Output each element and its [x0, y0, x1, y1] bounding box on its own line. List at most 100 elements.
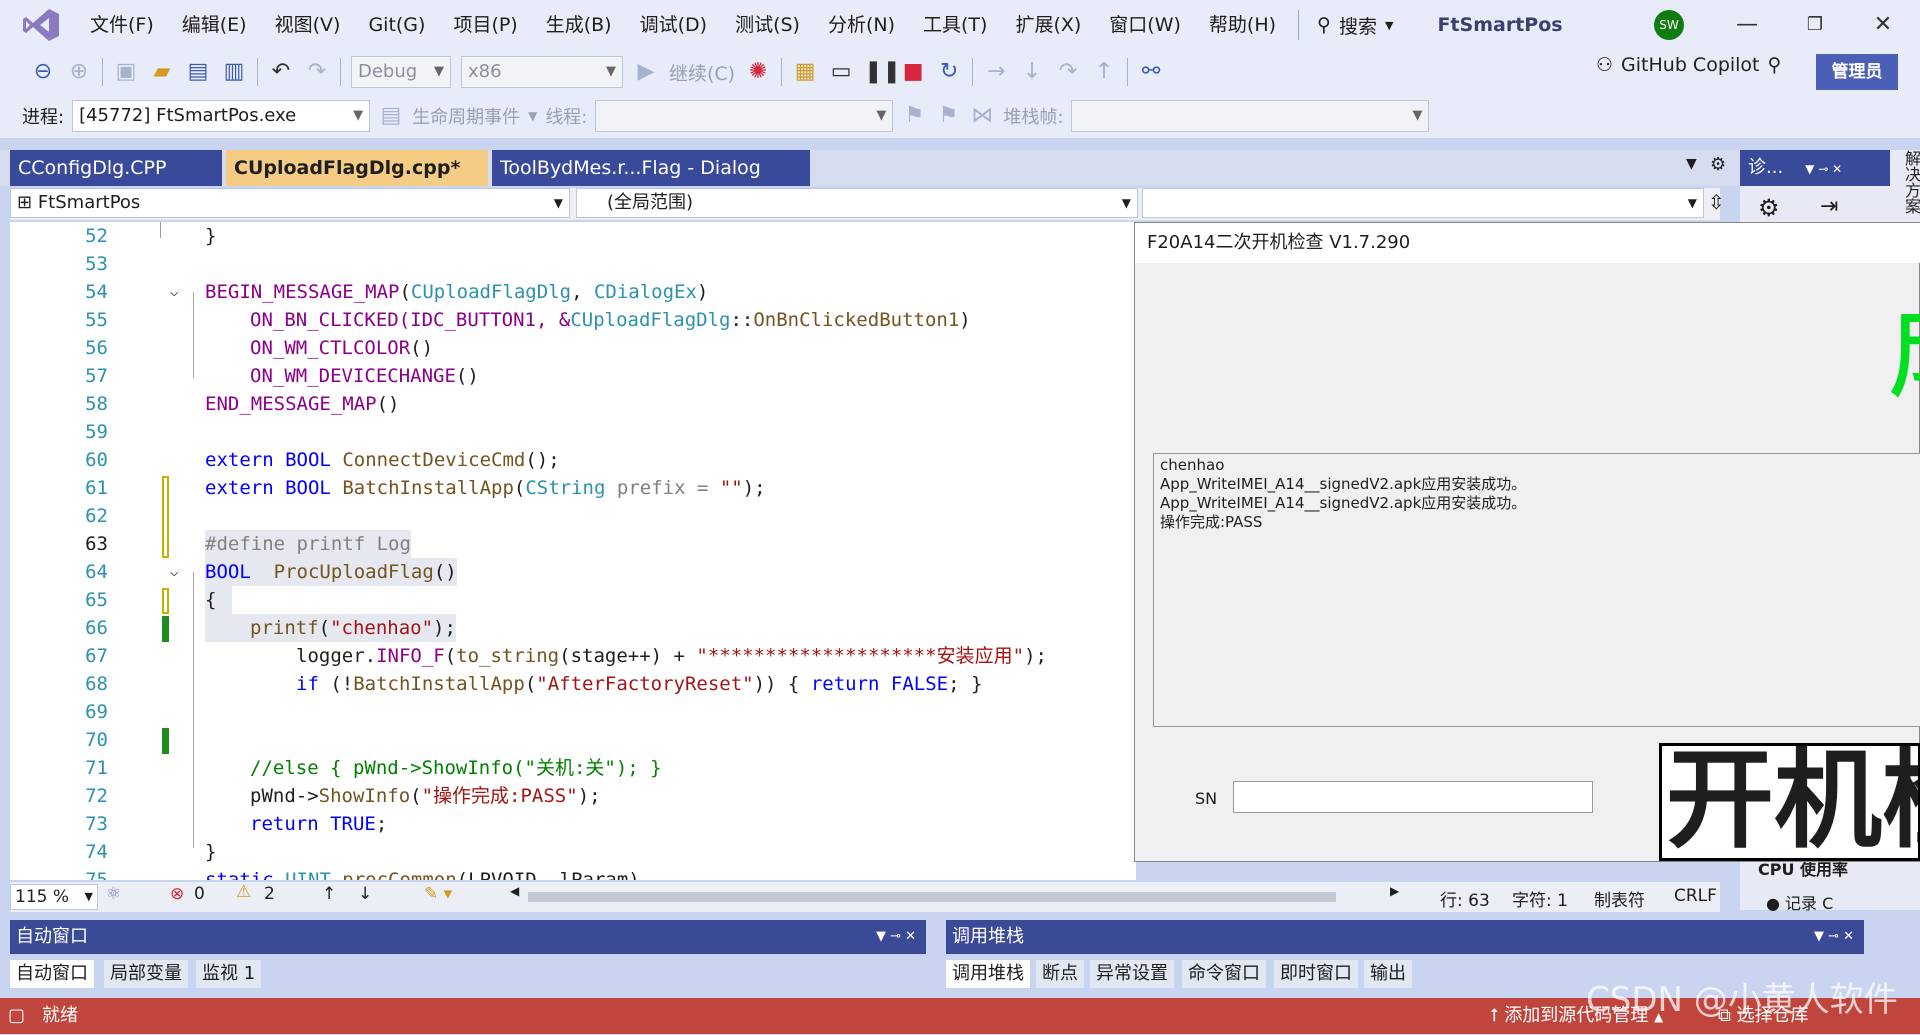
browser-icon[interactable]: ▦: [792, 59, 818, 85]
play-icon[interactable]: ▶: [633, 59, 659, 85]
menu-extensions[interactable]: 扩展(X): [1001, 0, 1095, 50]
admin-badge[interactable]: 管理员: [1816, 54, 1898, 90]
error-icon[interactable]: ⊗: [170, 884, 184, 904]
boot-check-button[interactable]: 开机检: [1659, 743, 1920, 861]
tab-locals[interactable]: 局部变量: [104, 960, 188, 988]
autos-panel-title: 自动窗口 ▼ ⊸ ✕: [10, 920, 926, 954]
autos-title-text: 自动窗口: [16, 926, 88, 947]
close-icon[interactable]: ✕: [1866, 8, 1900, 42]
step-out-icon[interactable]: ↑: [1091, 59, 1117, 85]
line-ending[interactable]: CRLF: [1674, 886, 1717, 906]
stop-icon[interactable]: ■: [900, 59, 926, 85]
horizontal-scrollbar[interactable]: [528, 892, 1336, 902]
tab-cuploadflagdlg[interactable]: CUploadFlagDlg.cpp* ⊸ ✕: [226, 150, 488, 215]
continue-button[interactable]: 继续(C): [669, 59, 735, 86]
menu-git[interactable]: Git(G): [354, 0, 439, 50]
tab-cconfigdlg[interactable]: CConfigDlg.CPP: [10, 150, 222, 186]
diagnostic-tab[interactable]: 诊... ▼ ⊸ ✕: [1740, 150, 1890, 186]
menu-build[interactable]: 生成(B): [532, 0, 626, 50]
menu-view[interactable]: 视图(V): [261, 0, 355, 50]
menu-test[interactable]: 测试(S): [721, 0, 814, 50]
forward-icon[interactable]: ⊕: [66, 59, 92, 85]
save-all-icon[interactable]: ▥: [221, 59, 247, 85]
member-dropdown[interactable]: ▼: [1142, 188, 1704, 218]
avatar[interactable]: SW: [1654, 10, 1684, 40]
stackframe-dropdown[interactable]: ▼: [1071, 100, 1430, 132]
github-copilot-button[interactable]: ⚇ GitHub Copilot ⚲: [1596, 54, 1781, 76]
tab-immediate-window[interactable]: 即时窗口: [1274, 960, 1358, 988]
menu-edit[interactable]: 编辑(E): [168, 0, 261, 50]
chevron-down-icon[interactable]: ▼: [1686, 156, 1697, 172]
export-icon[interactable]: ⇥: [1820, 194, 1838, 219]
configuration-dropdown[interactable]: Debug ▼: [351, 56, 451, 88]
step-into-icon[interactable]: ↓: [1019, 59, 1045, 85]
search-button[interactable]: ⚲ 搜索 ▼: [1307, 12, 1403, 39]
code-line: 70: [10, 726, 1136, 754]
tab-command-window[interactable]: 命令窗口: [1182, 960, 1266, 988]
menu-window[interactable]: 窗口(W): [1095, 0, 1195, 50]
tab-call-stack[interactable]: 调用堆栈: [946, 960, 1030, 988]
process-dropdown[interactable]: [45772] FtSmartPos.exe ▼: [72, 100, 371, 132]
restart-icon[interactable]: ↻: [936, 59, 962, 85]
code-line: 56 ON_WM_CTLCOLOR(): [10, 334, 1136, 362]
sn-input[interactable]: [1233, 781, 1593, 813]
feedback-icon[interactable]: ⚲: [1768, 54, 1782, 76]
code-editor[interactable]: 52} 53 54 ⌵ BEGIN_MESSAGE_MAP(CUploadFlagD…: [10, 222, 1136, 880]
menu-debug[interactable]: 调试(D): [626, 0, 721, 50]
scope-dropdown[interactable]: (全局范围) ▼: [576, 188, 1138, 218]
project-dropdown[interactable]: ⊞ FtSmartPos ▼: [10, 188, 570, 218]
app-dialog-window[interactable]: F20A14二次开机检查 V1.7.290 成 chenhao App_Writ…: [1134, 222, 1920, 862]
thread-dropdown[interactable]: ▼: [595, 100, 894, 132]
gear-icon[interactable]: ⚙: [1710, 154, 1726, 175]
show-next-statement-icon[interactable]: →: [983, 59, 1009, 85]
hot-reload-icon[interactable]: ✺: [745, 59, 771, 85]
collapse-chevron-icon[interactable]: ⌵: [170, 278, 178, 306]
diagnostic-icon[interactable]: ⚯: [1138, 59, 1164, 85]
cleanup-icon[interactable]: ✎ ▾: [424, 884, 452, 904]
menu-analyze[interactable]: 分析(N): [814, 0, 909, 50]
panel-controls-icon[interactable]: ▼ ⊸ ✕: [1814, 920, 1854, 954]
tab-toolbydmes-dialog[interactable]: ToolBydMes.r...Flag - Dialog: [492, 150, 810, 186]
notification-icon[interactable]: ▢: [8, 998, 25, 1034]
restore-icon[interactable]: ❐: [1798, 8, 1832, 42]
flag-threads-icon[interactable]: ⚑: [935, 103, 961, 129]
indent-mode[interactable]: 制表符: [1594, 886, 1645, 911]
gear-icon[interactable]: ⚙: [1758, 194, 1780, 222]
next-issue-icon[interactable]: ↓: [358, 884, 372, 904]
minimize-icon[interactable]: —: [1730, 8, 1764, 42]
menu-file[interactable]: 文件(F): [76, 0, 168, 50]
log-textbox[interactable]: chenhao App_WriteIMEI_A14__signedV2.apk应…: [1153, 453, 1920, 727]
scroll-right-icon[interactable]: ▶: [1390, 884, 1399, 898]
collapse-icon[interactable]: ⋈: [969, 103, 995, 129]
step-over-icon[interactable]: ↷: [1055, 59, 1081, 85]
flag-icon[interactable]: ⚑: [901, 103, 927, 129]
visual-studio-logo-icon[interactable]: [20, 7, 62, 43]
zoom-dropdown[interactable]: 115 % ▼: [10, 884, 98, 910]
collapse-chevron-icon[interactable]: ⌵: [170, 558, 178, 586]
tab-output[interactable]: 输出: [1364, 960, 1412, 988]
window-layout-icon[interactable]: ▭: [828, 59, 854, 85]
warning-icon[interactable]: ⚠: [236, 882, 251, 902]
tab-breakpoints[interactable]: 断点: [1036, 960, 1084, 988]
tab-autos[interactable]: 自动窗口: [10, 960, 94, 988]
open-folder-icon[interactable]: ▰: [149, 59, 175, 85]
pause-icon[interactable]: ❚❚: [864, 59, 901, 85]
menu-project[interactable]: 项目(P): [439, 0, 531, 50]
split-icon[interactable]: ⇳: [1708, 190, 1725, 214]
new-project-icon[interactable]: ▣: [113, 59, 139, 85]
scroll-left-icon[interactable]: ◀: [510, 884, 519, 898]
menu-tools[interactable]: 工具(T): [909, 0, 1001, 50]
save-icon[interactable]: ▤: [185, 59, 211, 85]
tab-watch1[interactable]: 监视 1: [196, 960, 262, 988]
previous-issue-icon[interactable]: ↑: [322, 884, 336, 904]
record-label[interactable]: ● 记录 C: [1766, 890, 1833, 914]
menu-help[interactable]: 帮助(H): [1195, 0, 1290, 50]
lifecycle-events-button[interactable]: 生命周期事件: [412, 103, 520, 129]
tab-exception-settings[interactable]: 异常设置: [1090, 960, 1174, 988]
redo-icon[interactable]: ↷: [304, 59, 330, 85]
intellicode-icon[interactable]: ⚛: [106, 884, 121, 904]
undo-icon[interactable]: ↶: [268, 59, 294, 85]
panel-controls-icon[interactable]: ▼ ⊸ ✕: [876, 920, 916, 954]
back-icon[interactable]: ⊖: [30, 59, 56, 85]
platform-dropdown[interactable]: x86 ▼: [461, 56, 623, 88]
